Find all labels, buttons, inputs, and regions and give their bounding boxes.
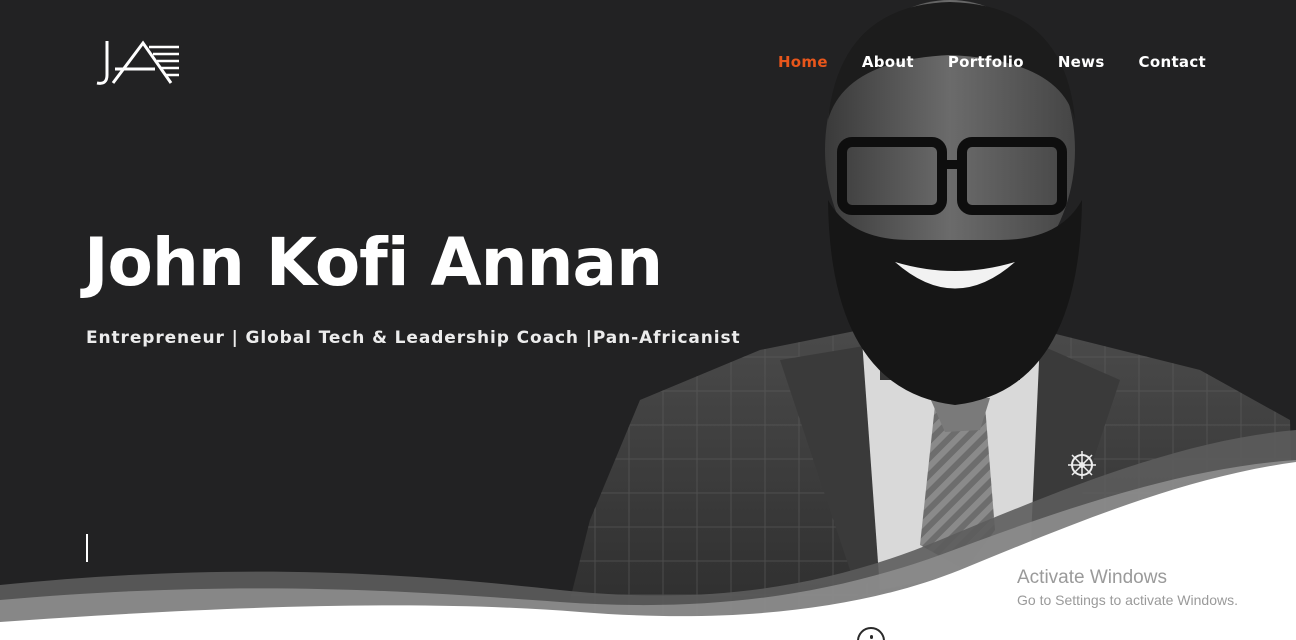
nav-contact[interactable]: Contact — [1139, 52, 1206, 72]
hero-section: Home About Portfolio News Contact John K… — [0, 0, 1296, 640]
nav-portfolio[interactable]: Portfolio — [948, 52, 1024, 72]
nav-news[interactable]: News — [1058, 52, 1105, 72]
hero-subtitle: Entrepreneur | Global Tech & Leadership … — [86, 328, 741, 348]
logo[interactable] — [93, 39, 183, 87]
main-nav: Home About Portfolio News Contact — [744, 52, 1206, 72]
watermark-line-2: Go to Settings to activate Windows. — [1017, 592, 1238, 608]
nav-home[interactable]: Home — [778, 52, 828, 72]
windows-activation-watermark: Activate Windows Go to Settings to activ… — [1017, 566, 1238, 610]
typing-cursor — [86, 534, 88, 562]
wave-decoration — [0, 430, 1296, 640]
watermark-line-1: Activate Windows — [1017, 567, 1167, 588]
page-title: John Kofi Annan — [84, 224, 663, 301]
nav-about[interactable]: About — [862, 52, 914, 72]
